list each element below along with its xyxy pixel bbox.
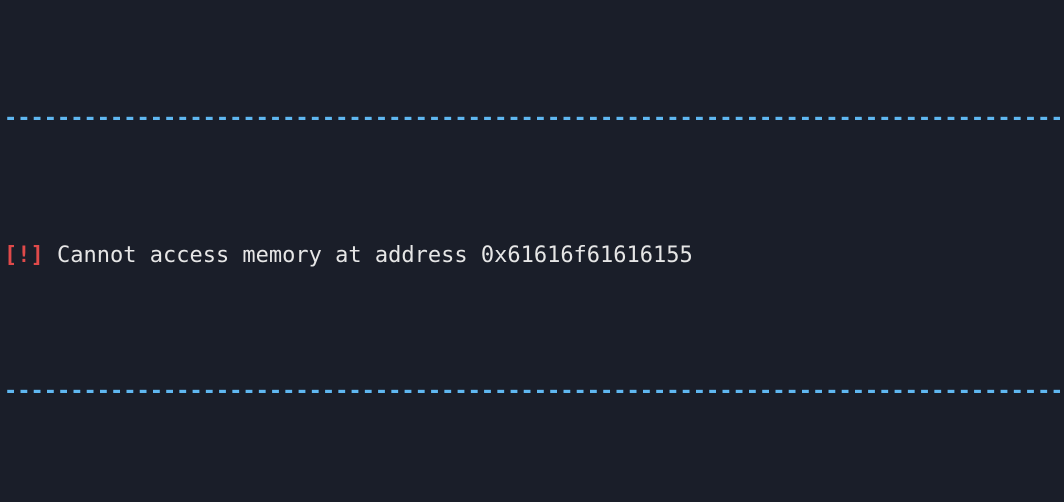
error-prefix: [!] — [4, 243, 44, 268]
error-line: [!] Cannot access memory at address 0x61… — [4, 239, 1060, 273]
terminal[interactable]: [!] Cannot access memory at address 0x61… — [0, 0, 1064, 502]
error-text: Cannot access memory at address 0x61616f… — [57, 243, 693, 268]
divider — [4, 102, 1060, 136]
divider — [4, 375, 1060, 409]
